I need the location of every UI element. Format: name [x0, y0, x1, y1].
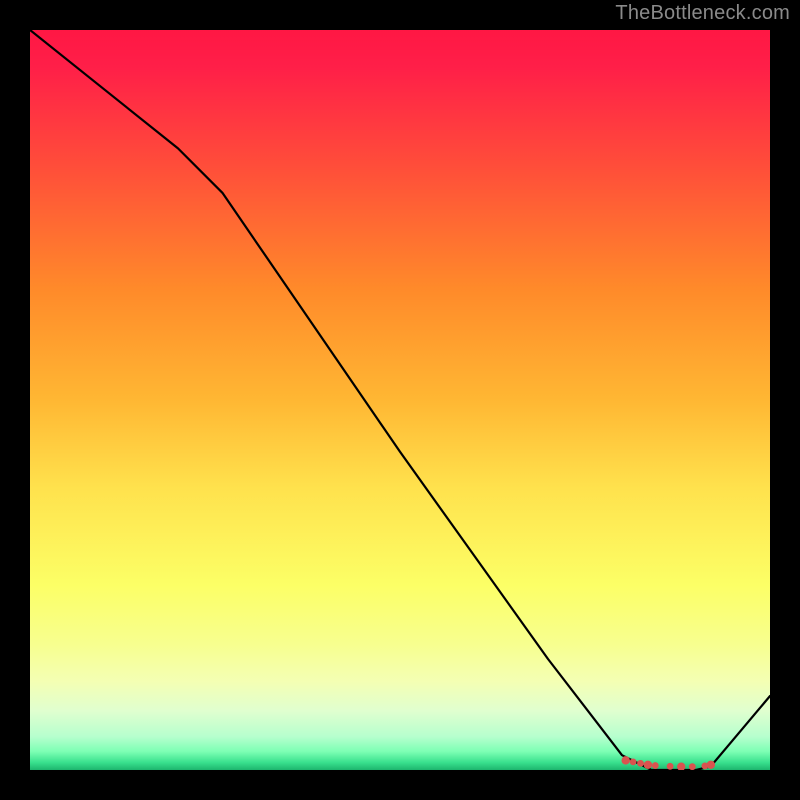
optimal-dot: [637, 760, 644, 767]
optimal-dot: [707, 761, 715, 769]
attribution-label: TheBottleneck.com: [615, 2, 790, 25]
optimal-dot: [644, 761, 652, 769]
plot-area: [30, 30, 770, 770]
optimal-dot: [622, 756, 630, 764]
chart-frame: TheBottleneck.com: [0, 0, 800, 800]
optimal-dot: [667, 763, 674, 770]
optimal-dot: [630, 758, 637, 765]
optimal-dot: [652, 762, 659, 769]
gradient-background: [30, 30, 770, 770]
optimal-dot: [689, 763, 696, 770]
chart-svg: [30, 30, 770, 770]
